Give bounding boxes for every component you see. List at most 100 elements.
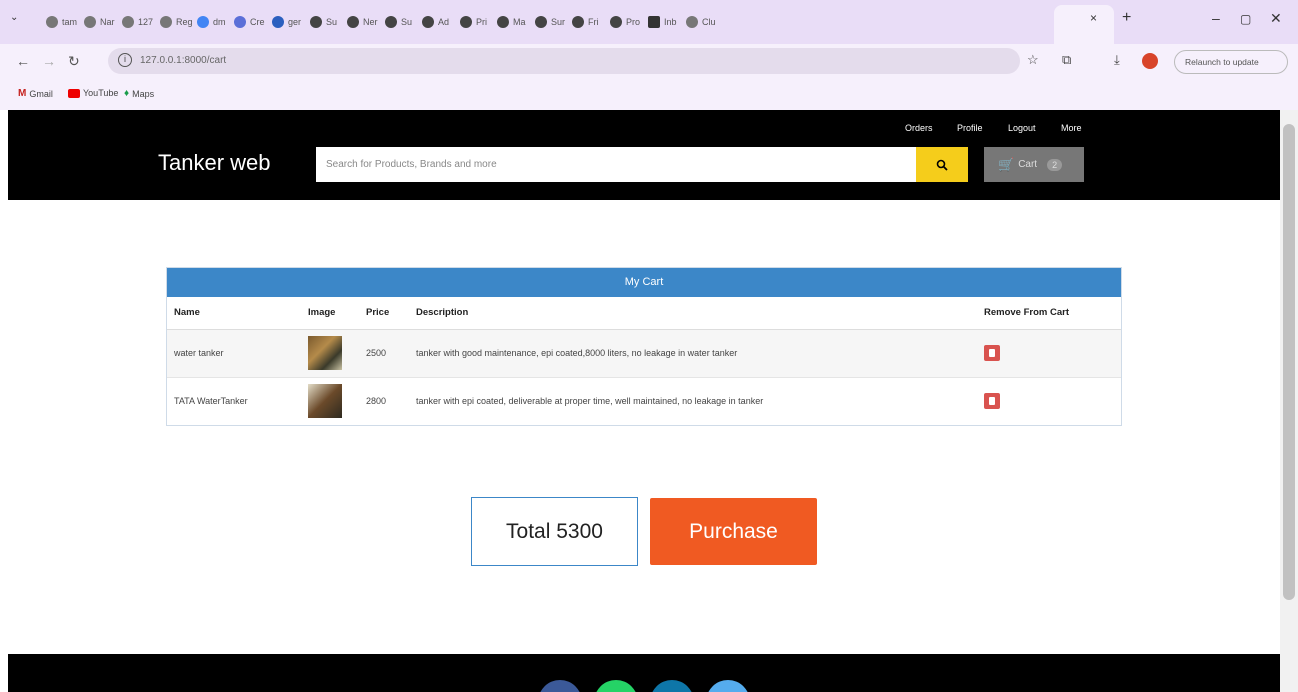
tab-favicon-icon — [497, 16, 509, 28]
tab-favicon-icon — [460, 16, 472, 28]
tab[interactable]: Fri — [572, 13, 599, 31]
purchase-button[interactable]: Purchase — [650, 498, 817, 565]
site-brand[interactable]: Tanker web — [158, 150, 271, 176]
search-input[interactable] — [316, 147, 916, 182]
close-window-icon[interactable]: ✕ — [1270, 10, 1282, 27]
tab-favicon-icon — [310, 16, 322, 28]
cart-total: Total 5300 — [471, 497, 638, 566]
tab[interactable]: Ad — [422, 13, 449, 31]
tab-favicon-icon — [422, 16, 434, 28]
tab[interactable]: Pro — [610, 13, 640, 31]
minimize-icon[interactable]: – — [1212, 10, 1220, 26]
cart-icon: 🛒 — [998, 156, 1015, 172]
tab[interactable]: Sur — [535, 13, 565, 31]
address-bar[interactable]: i 127.0.0.1:8000/cart — [108, 48, 1020, 74]
tab-search-icon[interactable]: ⌄ — [10, 12, 18, 23]
gmail-icon: M — [18, 88, 27, 99]
page-viewport: Tanker web Orders Profile Logout More 🛒 … — [0, 110, 1280, 692]
tab-favicon-icon — [84, 16, 96, 28]
twitter-icon[interactable] — [706, 680, 750, 692]
site-info-icon[interactable]: i — [118, 53, 132, 67]
browser-tab-strip: ⌄ tam Nar 127 Reg dm Cre ger Su Ner Su A… — [0, 0, 1298, 44]
maximize-icon[interactable]: ▢ — [1240, 12, 1251, 26]
column-header-name: Name — [167, 297, 301, 330]
reload-icon[interactable]: ↻ — [68, 53, 80, 70]
column-header-price: Price — [359, 297, 409, 330]
item-description: tanker with good maintenance, epi coated… — [409, 329, 977, 378]
relaunch-button[interactable]: Relaunch to update — [1174, 50, 1288, 74]
active-tab[interactable] — [1054, 5, 1114, 44]
tab-favicon-icon — [272, 16, 284, 28]
nav-more[interactable]: More — [1061, 123, 1082, 133]
tab[interactable]: 127 — [122, 13, 153, 31]
site-footer — [8, 654, 1280, 692]
item-price: 2500 — [359, 329, 409, 378]
tab[interactable]: Inb — [648, 13, 677, 31]
item-name: water tanker — [167, 329, 301, 378]
search-button[interactable] — [916, 147, 968, 182]
close-tab-icon[interactable]: × — [1090, 11, 1097, 25]
tab-favicon-icon — [160, 16, 172, 28]
cart-title: My Cart — [167, 268, 1121, 297]
download-icon[interactable]: ⤓ — [1114, 52, 1120, 68]
url-text: 127.0.0.1:8000/cart — [140, 55, 227, 66]
nav-logout[interactable]: Logout — [1008, 123, 1036, 133]
tab-favicon-icon — [234, 16, 246, 28]
tab-favicon-icon — [610, 16, 622, 28]
tab[interactable]: Nar — [84, 13, 115, 31]
tab-favicon-icon — [535, 16, 547, 28]
tab[interactable]: Pri — [460, 13, 487, 31]
tab-favicon-icon — [347, 16, 359, 28]
remove-from-cart-button[interactable] — [984, 345, 1000, 361]
new-tab-button[interactable]: + — [1122, 9, 1131, 27]
tab[interactable]: Ner — [347, 13, 378, 31]
tab[interactable]: Ma — [497, 13, 526, 31]
tab[interactable]: ger — [272, 13, 301, 31]
cart-button[interactable]: 🛒 Cart 2 — [984, 147, 1084, 182]
column-header-description: Description — [409, 297, 977, 330]
profile-avatar[interactable] — [1142, 53, 1158, 69]
tab[interactable]: dm — [197, 13, 226, 31]
bookmark-star-icon[interactable]: ☆ — [1027, 52, 1039, 68]
tab[interactable]: Su — [385, 13, 412, 31]
bookmark-gmail[interactable]: M Gmail — [18, 88, 53, 99]
tab-favicon-icon — [385, 16, 397, 28]
tab[interactable]: tam — [46, 13, 77, 31]
extensions-icon[interactable]: ⧉ — [1062, 52, 1071, 68]
bookmark-maps[interactable]: ♦ Maps — [124, 88, 154, 99]
table-row: TATA WaterTanker 2800 tanker with epi co… — [167, 377, 1121, 425]
remove-from-cart-button[interactable] — [984, 393, 1000, 410]
tab-favicon-icon — [686, 16, 698, 28]
bookmarks-bar — [0, 80, 1298, 110]
youtube-icon — [68, 88, 80, 98]
tab[interactable]: Su — [310, 13, 337, 31]
table-row: water tanker 2500 tanker with good maint… — [167, 329, 1121, 378]
forward-icon[interactable]: → — [42, 53, 56, 69]
back-icon[interactable]: ← — [16, 53, 30, 69]
item-description: tanker with epi coated, deliverable at p… — [416, 396, 764, 407]
item-image — [308, 336, 342, 370]
item-name: TATA WaterTanker — [174, 396, 248, 407]
facebook-icon[interactable] — [538, 680, 582, 692]
whatsapp-icon[interactable] — [594, 680, 638, 692]
cart-label: Cart — [1018, 159, 1038, 170]
tab-favicon-icon — [122, 16, 134, 28]
column-header-remove: Remove From Cart — [977, 297, 1121, 330]
nav-profile[interactable]: Profile — [957, 123, 983, 133]
cart-count-badge: 2 — [1047, 158, 1063, 171]
nav-orders[interactable]: Orders — [905, 123, 933, 133]
tab-favicon-icon — [572, 16, 584, 28]
search-icon — [936, 159, 948, 171]
bookmark-youtube[interactable]: YouTube — [68, 88, 118, 98]
tab[interactable]: Reg — [160, 13, 193, 31]
item-price: 2800 — [366, 396, 387, 407]
maps-pin-icon: ♦ — [124, 88, 130, 99]
cart-panel: My Cart Name Image Price Description Rem… — [166, 267, 1122, 426]
tab[interactable]: Cre — [234, 13, 265, 31]
item-image — [308, 384, 342, 419]
scrollbar-thumb[interactable] — [1283, 124, 1295, 600]
tab-favicon-icon — [648, 16, 660, 28]
cart-table: Name Image Price Description Remove From… — [167, 297, 1121, 425]
tab[interactable]: Clu — [686, 13, 716, 31]
linkedin-icon[interactable] — [650, 680, 694, 692]
